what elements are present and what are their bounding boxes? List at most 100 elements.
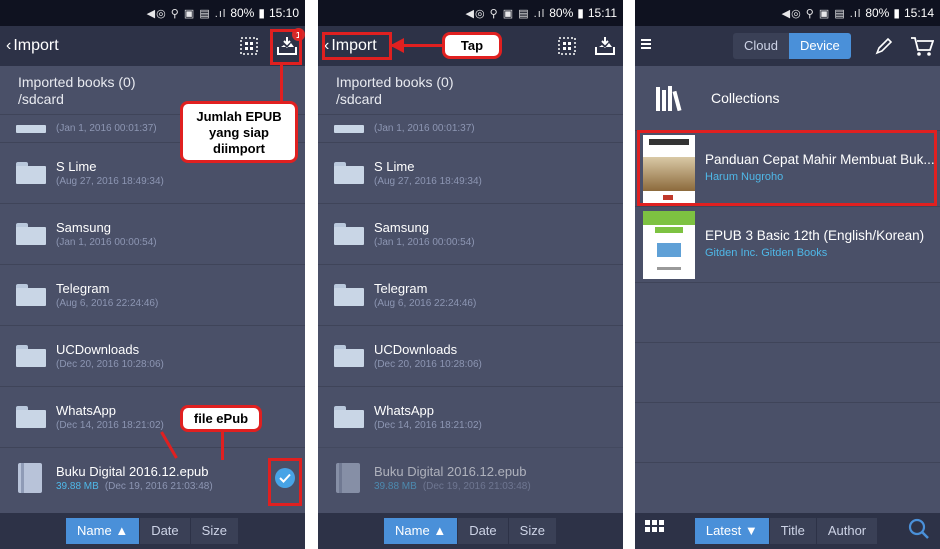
callout-epub-file: file ePub: [180, 405, 262, 432]
list-item[interactable]: Samsung (Jan 1, 2016 00:00:54): [318, 203, 623, 264]
folder-date: (Aug 6, 2016 22:24:46): [374, 297, 477, 309]
highlight-import-button: [270, 29, 302, 65]
folder-name: Samsung: [56, 219, 111, 235]
screen-import-1: ◀◎ ⚲ ▣ ▤ .ıl 80% ▮ 15:10 ‹ Import 1 Impo…: [0, 0, 305, 549]
callout-tap: Tap: [442, 32, 502, 59]
list-item[interactable]: Samsung (Jan 1, 2016 00:00:54): [0, 203, 305, 264]
store-button[interactable]: [910, 34, 934, 58]
app-bar: ‹ Import 1: [0, 26, 305, 66]
folder-icon: [334, 345, 364, 367]
cloud-tab[interactable]: Cloud: [733, 33, 789, 59]
cart-icon: [911, 37, 934, 56]
list-item[interactable]: UCDownloads (Dec 20, 2016 10:28:06): [0, 325, 305, 386]
folder-date: (Aug 27, 2016 18:49:34): [56, 175, 164, 187]
callout-connector: [221, 430, 224, 460]
sort-latest-button[interactable]: Latest ▼: [694, 518, 770, 544]
search-button[interactable]: [908, 518, 930, 545]
list-item[interactable]: WhatsApp (Dec 14, 2016 18:21:02): [318, 386, 623, 447]
current-dir: /sdcard: [336, 91, 382, 107]
select-all-button[interactable]: [555, 34, 579, 58]
folder-date: (Jan 1, 2016 00:01:37): [56, 123, 157, 134]
battery-level: 80%: [865, 6, 890, 20]
highlight-back-button: [322, 32, 392, 60]
sort-title-button[interactable]: Title: [769, 518, 817, 544]
sort-by-size-button[interactable]: Size: [508, 518, 557, 544]
folder-date: (Jan 1, 2016 00:00:54): [56, 236, 157, 248]
highlight-imported-book: [637, 130, 937, 206]
search-icon: [908, 518, 929, 539]
epub-file-date: (Dec 19, 2016 21:03:48): [422, 480, 531, 492]
folder-icon: [334, 124, 364, 133]
sort-by-size-button[interactable]: Size: [190, 518, 239, 544]
list-item[interactable]: Telegram (Aug 6, 2016 22:24:46): [318, 264, 623, 325]
bookshelf-icon: [656, 86, 682, 111]
list-item[interactable]: UCDownloads (Dec 20, 2016 10:28:06): [318, 325, 623, 386]
book-item[interactable]: EPUB 3 Basic 12th (English/Korean) Gitde…: [635, 206, 940, 282]
arrow-head-icon: [390, 38, 404, 53]
back-button[interactable]: ‹ Import: [6, 37, 59, 55]
epub-file-size: 39.88 MB: [56, 480, 99, 492]
pencil-icon: [875, 37, 893, 55]
sort-by-name-button[interactable]: Name ▲: [384, 518, 459, 544]
folder-date: (Dec 14, 2016 18:21:02): [374, 419, 482, 431]
battery-icon: ▮: [893, 6, 900, 20]
sort-bar: Name ▲ Date Size: [318, 513, 623, 549]
book-cover: [643, 210, 695, 279]
folder-name: Telegram: [56, 280, 110, 296]
folder-date: (Dec 20, 2016 10:28:06): [374, 358, 482, 370]
folder-name: WhatsApp: [374, 402, 434, 418]
folder-icon: [16, 162, 46, 184]
screen-library: ◀◎ ⚲ ▣ ▤ .ıl 80% ▮ 15:14 Cloud Device Co…: [635, 0, 940, 549]
folder-date: (Dec 20, 2016 10:28:06): [56, 358, 164, 370]
status-bar: ◀◎ ⚲ ▣ ▤ .ıl 80% ▮ 15:11: [318, 0, 623, 26]
battery-icon: ▮: [258, 6, 265, 20]
book-author: Gitden Inc. Gitden Books: [705, 247, 828, 259]
collections-row[interactable]: Collections: [635, 66, 940, 130]
import-tray-icon: [595, 37, 615, 55]
epub-file-icon: [18, 463, 42, 493]
callout-import-count: Jumlah EPUB yang siap diimport: [180, 101, 298, 163]
folder-date: (Jan 1, 2016 00:01:37): [374, 123, 475, 134]
menu-icon: [641, 39, 651, 49]
select-all-button[interactable]: [237, 34, 261, 58]
empty-row: [635, 282, 940, 342]
imported-count: Imported books (0): [18, 74, 136, 90]
list-item[interactable]: S Lime (Aug 27, 2016 18:49:34): [318, 142, 623, 203]
imported-count: Imported books (0): [336, 74, 454, 90]
epub-file-row[interactable]: Buku Digital 2016.12.epub 39.88 MB (Dec 19…: [318, 447, 623, 508]
list-item[interactable]: Telegram (Aug 6, 2016 22:24:46): [0, 264, 305, 325]
grid-view-icon: [645, 519, 664, 532]
battery-icon: ▮: [577, 6, 584, 20]
sort-bar: Latest ▼ Title Author: [635, 513, 940, 549]
folder-icon: [16, 124, 46, 133]
edit-button[interactable]: [872, 34, 896, 58]
battery-level: 80%: [230, 6, 255, 20]
file-list: (Jan 1, 2016 00:01:37) S Lime (Aug 27, 20…: [318, 114, 623, 513]
list-item[interactable]: (Jan 1, 2016 00:01:37): [318, 114, 623, 142]
source-toggle: Cloud Device: [733, 33, 851, 59]
sort-author-button[interactable]: Author: [816, 518, 879, 544]
folder-name: UCDownloads: [56, 341, 140, 357]
epub-file-date: (Dec 19, 2016 21:03:48): [104, 480, 213, 492]
file-list: (Jan 1, 2016 00:01:37) S Lime (Aug 27, 20…: [0, 114, 305, 513]
menu-button[interactable]: [641, 37, 653, 55]
import-button[interactable]: [593, 34, 617, 58]
folder-name: Telegram: [374, 280, 428, 296]
folder-name: S Lime: [56, 158, 97, 174]
sort-by-name-button[interactable]: Name ▲: [66, 518, 141, 544]
grid-view-button[interactable]: [645, 519, 665, 543]
folder-date: (Aug 6, 2016 22:24:46): [56, 297, 159, 309]
epub-file-row[interactable]: Buku Digital 2016.12.epub 39.88 MB (Dec 19…: [0, 447, 305, 508]
folder-icon: [16, 406, 46, 428]
sort-by-date-button[interactable]: Date: [140, 518, 191, 544]
sort-by-date-button[interactable]: Date: [458, 518, 509, 544]
path-header: Imported books (0) /sdcard: [318, 66, 623, 114]
status-bar: ◀◎ ⚲ ▣ ▤ .ıl 80% ▮ 15:14: [635, 0, 940, 26]
folder-icon: [334, 284, 364, 306]
folder-name: S Lime: [374, 158, 415, 174]
folder-icon: [334, 223, 364, 245]
folder-icon: [334, 162, 364, 184]
grid-select-icon: [558, 37, 576, 55]
device-tab[interactable]: Device: [788, 33, 851, 59]
back-label: Import: [13, 37, 59, 54]
